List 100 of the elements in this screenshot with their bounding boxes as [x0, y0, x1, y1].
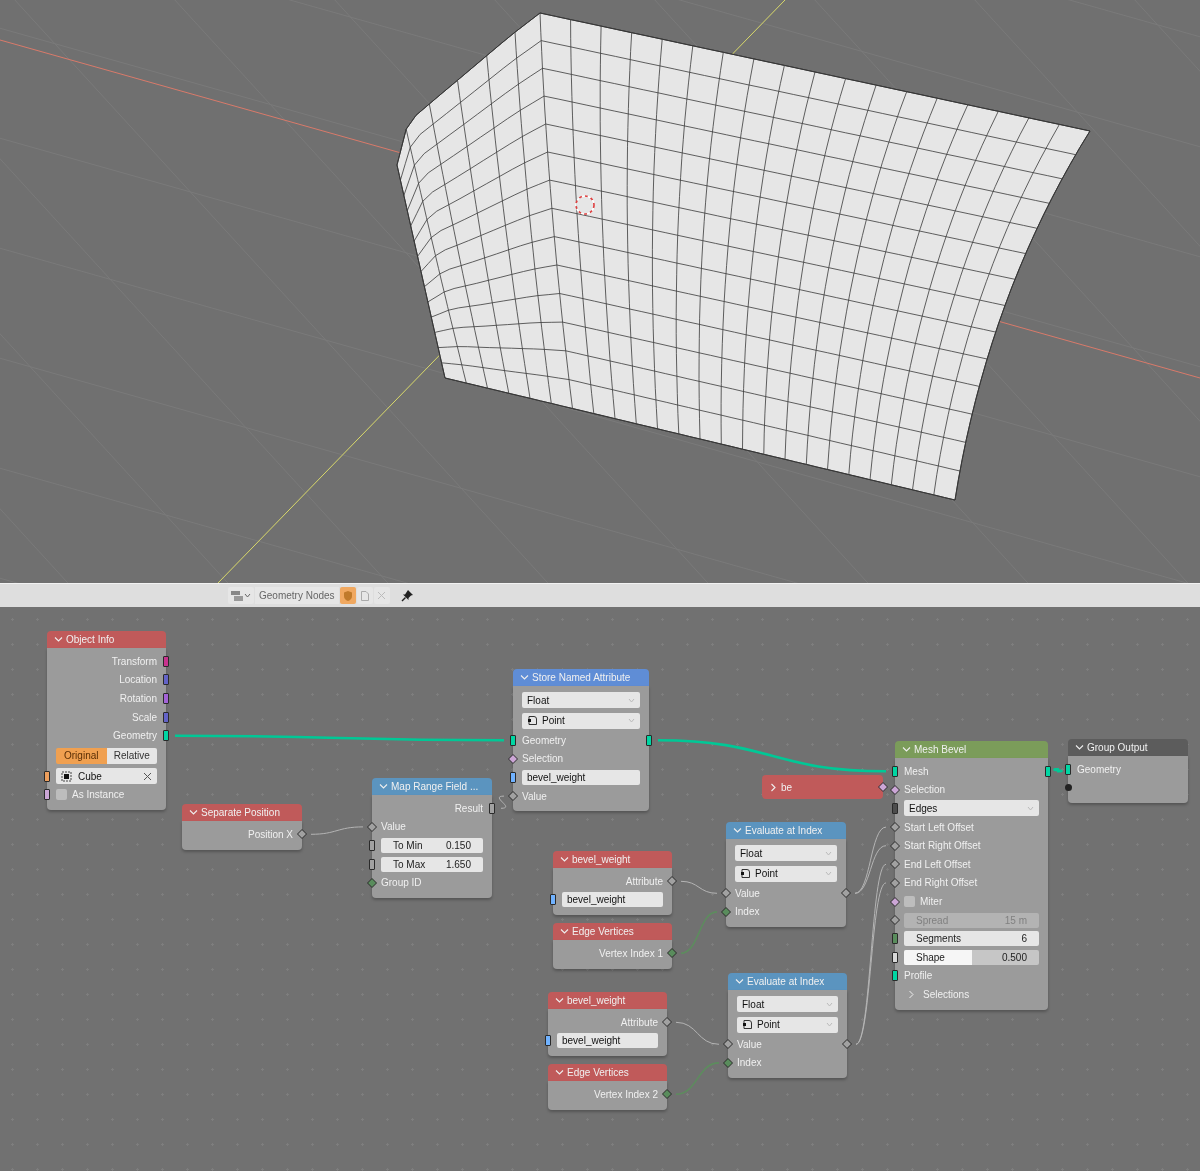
node-header[interactable]: Group Output — [1068, 739, 1188, 756]
datablock-name-field[interactable]: Geometry Nodes — [255, 587, 339, 604]
node-socket[interactable] — [662, 1017, 672, 1028]
node-socket[interactable] — [297, 829, 307, 840]
number-field[interactable]: Shape 0.500 — [904, 949, 1039, 965]
node-socket[interactable] — [163, 693, 169, 704]
node-socket[interactable] — [163, 674, 169, 686]
chevron-icon[interactable] — [560, 855, 569, 864]
node-socket[interactable] — [892, 765, 898, 777]
chevron-icon[interactable] — [520, 673, 529, 682]
node-socket[interactable] — [723, 1039, 733, 1050]
node-link[interactable] — [680, 911, 718, 955]
node-socket[interactable] — [892, 970, 898, 982]
chevron-icon[interactable] — [769, 782, 778, 792]
checkbox[interactable] — [904, 895, 915, 907]
dropdown[interactable]: Point — [737, 1016, 838, 1033]
node-socket[interactable] — [545, 1035, 551, 1047]
node-header[interactable]: Separate Position — [182, 804, 302, 821]
dropdown[interactable]: Float — [522, 692, 640, 709]
node-socket[interactable] — [892, 951, 898, 963]
node-header[interactable]: bevel_weight — [553, 851, 672, 868]
dropdown[interactable]: Edges — [904, 800, 1039, 817]
clear-icon[interactable] — [143, 771, 152, 781]
node-socket[interactable] — [163, 730, 169, 742]
node-link[interactable] — [854, 845, 887, 894]
node-socket[interactable] — [1045, 765, 1051, 777]
node-socket[interactable] — [44, 789, 50, 801]
checkbox[interactable] — [56, 789, 67, 801]
viewport-canvas[interactable] — [0, 0, 1200, 583]
node-socket[interactable] — [508, 791, 518, 802]
chevron-icon[interactable] — [735, 977, 744, 986]
dropdown[interactable]: Float — [735, 845, 837, 862]
node-socket[interactable] — [367, 877, 377, 888]
node-header[interactable]: Object Info — [47, 631, 166, 648]
node-socket[interactable] — [890, 859, 900, 870]
node-socket[interactable] — [44, 770, 50, 782]
node-socket[interactable] — [667, 876, 677, 887]
node-socket[interactable] — [878, 782, 888, 792]
node-socket[interactable] — [163, 655, 169, 667]
chevron-icon[interactable] — [902, 745, 911, 754]
node-socket[interactable] — [890, 840, 900, 851]
node-socket[interactable] — [369, 840, 375, 851]
node-socket[interactable] — [369, 858, 375, 870]
node-header[interactable]: bevel_weight — [548, 992, 667, 1009]
node-socket[interactable] — [667, 948, 677, 959]
node-socket[interactable] — [890, 784, 900, 795]
node-link[interactable] — [310, 826, 364, 835]
chevron-icon[interactable] — [54, 635, 63, 644]
node-socket[interactable] — [892, 933, 898, 945]
fake-user-button[interactable] — [339, 587, 356, 604]
node-socket[interactable] — [489, 802, 495, 814]
node-link[interactable] — [657, 739, 887, 773]
number-field[interactable]: To Max 1.650 — [381, 856, 483, 872]
node-link[interactable] — [675, 1021, 720, 1045]
text-field[interactable]: bevel_weight — [557, 1033, 658, 1049]
duplicate-button[interactable] — [356, 587, 373, 604]
node-header[interactable]: Edge Vertices — [548, 1064, 667, 1081]
editor-type-button[interactable] — [228, 587, 254, 604]
node-socket[interactable] — [890, 877, 900, 888]
node-socket[interactable] — [1064, 784, 1072, 792]
chevron-icon[interactable] — [189, 808, 198, 817]
chevron-icon[interactable] — [1075, 743, 1084, 752]
text-field[interactable]: bevel_weight — [562, 892, 663, 908]
node-link[interactable] — [675, 1062, 720, 1096]
chevron-icon[interactable] — [555, 1068, 564, 1077]
chevron-icon[interactable] — [560, 927, 569, 936]
node-link[interactable] — [175, 734, 504, 742]
dropdown[interactable]: Point — [735, 865, 837, 882]
node-socket[interactable] — [842, 1039, 852, 1050]
node-socket[interactable] — [163, 711, 169, 723]
segment-option[interactable]: Relative — [106, 747, 157, 764]
dropdown[interactable]: Float — [737, 996, 838, 1013]
object-field[interactable]: Cube — [56, 768, 157, 785]
node-socket[interactable] — [662, 1089, 672, 1100]
node-header[interactable]: Edge Vertices — [553, 923, 672, 940]
node-link[interactable] — [680, 880, 718, 894]
node-socket[interactable] — [510, 772, 516, 783]
node-header[interactable]: be — [762, 775, 883, 799]
dropdown[interactable]: Point — [522, 712, 640, 729]
node-socket[interactable] — [510, 734, 516, 746]
node-socket[interactable] — [550, 894, 556, 906]
node-socket[interactable] — [892, 803, 898, 814]
node-socket[interactable] — [646, 734, 652, 746]
node-socket[interactable] — [721, 906, 731, 917]
chevron-icon[interactable] — [379, 782, 388, 791]
node-socket[interactable] — [841, 888, 851, 899]
node-socket[interactable] — [723, 1057, 733, 1068]
chevron-icon[interactable] — [555, 996, 564, 1005]
text-field[interactable]: bevel_weight — [522, 770, 640, 785]
node-link[interactable] — [498, 795, 507, 809]
number-field[interactable]: Segments 6 — [904, 931, 1039, 947]
node-socket[interactable] — [508, 753, 518, 764]
node-socket[interactable] — [890, 822, 900, 833]
node-socket[interactable] — [367, 821, 377, 832]
node-socket[interactable] — [721, 888, 731, 899]
chevron-icon[interactable] — [733, 826, 742, 835]
node-socket[interactable] — [890, 896, 900, 907]
node-link[interactable] — [1054, 768, 1062, 773]
segment-option[interactable]: Original — [56, 747, 107, 764]
number-field[interactable]: To Min 0.150 — [381, 838, 483, 853]
